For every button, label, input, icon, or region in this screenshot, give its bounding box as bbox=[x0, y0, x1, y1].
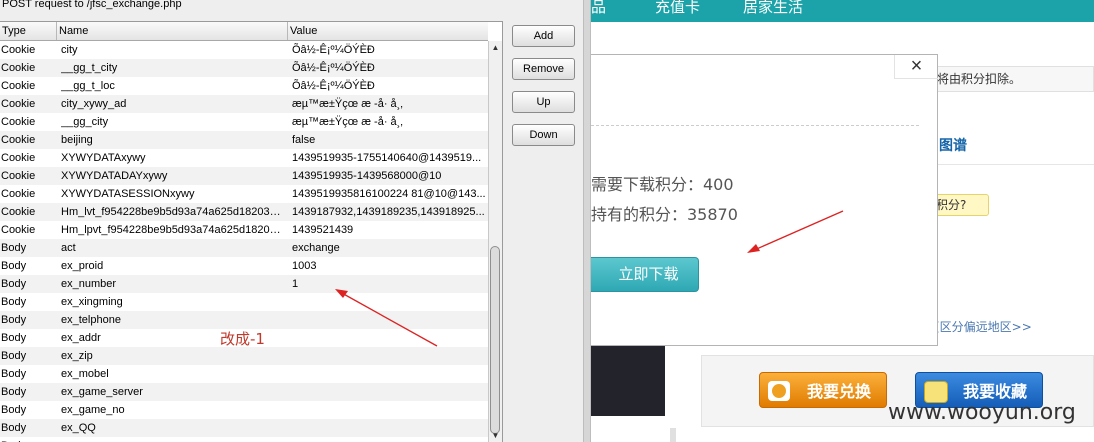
annotation-arrow-icon bbox=[335, 289, 438, 347]
annotation-arrow-icon bbox=[747, 210, 844, 253]
nav-item-products[interactable]: 品 bbox=[591, 0, 606, 17]
product-image bbox=[591, 346, 665, 416]
scroll-edge bbox=[670, 428, 676, 442]
web-page: 品 充值卡 居家生活 将由积分扣除。 图谱 积分? [区分偏远地区>> 我要兑换… bbox=[591, 0, 1094, 442]
exchange-button-label: 我要兑换 bbox=[806, 382, 871, 401]
watermark: www.wooyun.org bbox=[888, 400, 1076, 425]
region-link[interactable]: [区分偏远地区>> bbox=[935, 318, 1032, 335]
graph-link[interactable]: 图谱 bbox=[939, 135, 967, 155]
points-notice: 将由积分扣除。 bbox=[935, 66, 1094, 92]
download-dialog: × 需要下载积分：400 持有的积分：35870 立即下载 bbox=[591, 54, 938, 346]
nav-item-home-life[interactable]: 居家生活 bbox=[743, 0, 803, 17]
collect-button-label: 我要收藏 bbox=[962, 382, 1027, 401]
nav-item-recharge-card[interactable]: 充值卡 bbox=[655, 0, 700, 17]
pane-divider[interactable] bbox=[583, 0, 591, 442]
exchange-icon bbox=[768, 381, 790, 401]
points-help-badge[interactable]: 积分? bbox=[933, 194, 989, 216]
divider-line bbox=[935, 164, 1094, 165]
top-nav-bar: 品 充值卡 居家生活 bbox=[591, 0, 1094, 22]
request-editor-panel: POST request to /jfsc_exchange.php Type … bbox=[0, 0, 590, 442]
exchange-button[interactable]: 我要兑换 bbox=[759, 372, 887, 408]
